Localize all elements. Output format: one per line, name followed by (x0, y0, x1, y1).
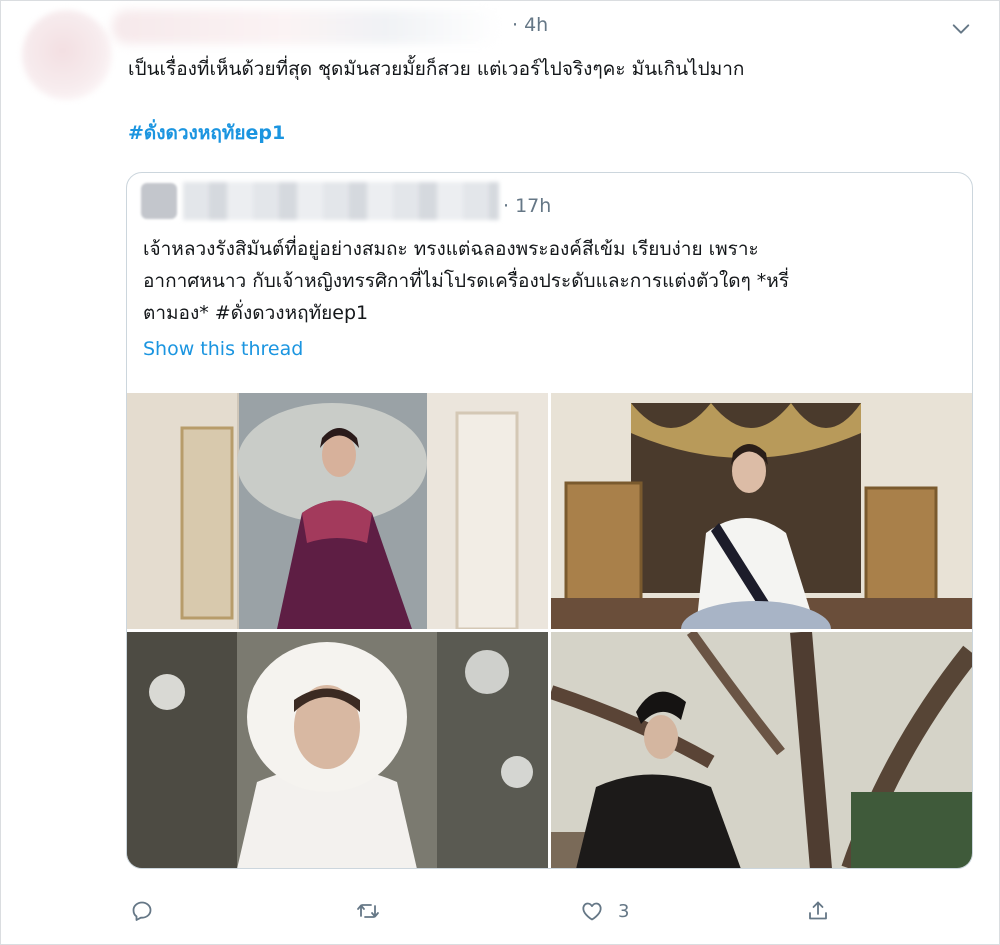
hashtag-link[interactable]: #ดั่งดวงหฤทัยep1 (128, 118, 285, 148)
like-icon (582, 902, 602, 921)
quoted-author-avatar (141, 183, 177, 219)
photo-throne-room[interactable] (551, 393, 972, 629)
author-avatar[interactable] (22, 10, 112, 100)
reply-icon (132, 901, 152, 921)
quoted-tweet-text: เจ้าหลวงรังสิมันต์ที่อยู่อย่างสมถะ ทรงแต… (143, 238, 790, 324)
tweet-timestamp[interactable]: · 4h (512, 14, 548, 36)
like-count: 3 (618, 900, 630, 922)
photo-white-hood[interactable] (127, 632, 548, 868)
chevron-down-icon[interactable] (950, 18, 972, 40)
share-icon (809, 901, 827, 920)
like-button[interactable]: 3 (580, 896, 629, 926)
quoted-author-name-redacted (183, 182, 499, 220)
reply-button[interactable] (130, 896, 154, 926)
retweet-icon (357, 904, 379, 918)
photo-purple-gown[interactable] (127, 393, 548, 629)
tweet-text: เป็นเรื่องที่เห็นด้วยที่สุด ชุดมันสวยมั้… (128, 58, 745, 80)
retweet-button[interactable] (356, 896, 380, 926)
show-thread-link[interactable]: Show this thread (143, 338, 303, 360)
photo-dark-forest[interactable] (551, 632, 972, 868)
author-name-redacted[interactable] (112, 10, 502, 44)
share-button[interactable] (806, 896, 830, 926)
quoted-tweet-card[interactable]: · 17h เจ้าหลวงรังสิมันต์ที่อยู่อย่างสมถะ… (126, 172, 973, 869)
quoted-tweet-timestamp[interactable]: · 17h (503, 195, 551, 217)
